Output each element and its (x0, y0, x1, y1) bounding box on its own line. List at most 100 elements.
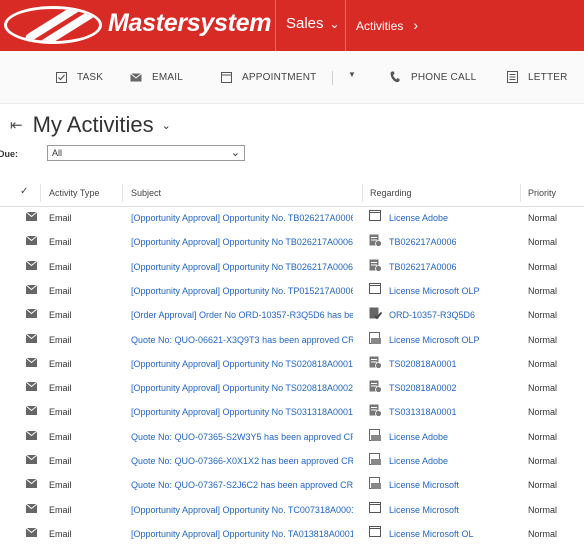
priority-cell: Normal (528, 504, 558, 515)
mastersystem-logo[interactable]: Mastersystem (4, 6, 272, 44)
breadcrumb-activities[interactable]: Activities › (356, 17, 418, 33)
priority-cell: Normal (528, 334, 558, 345)
new-letter-button[interactable]: LETTER (505, 70, 568, 84)
table-row[interactable]: Email [Order Approval] Order No ORD-10357… (0, 303, 584, 327)
subject-link[interactable]: [Opportunity Approval] Opportunity No TB… (131, 262, 353, 272)
new-task-button[interactable]: TASK (54, 70, 103, 84)
command-bar: TASK EMAIL APPOINTMENT ▼ PHONE CALL LETT… (0, 51, 584, 104)
subject-link[interactable]: [Opportunity Approval] Opportunity No. T… (131, 286, 353, 296)
table-row[interactable]: Email [Opportunity Approval] Opportunity … (0, 230, 584, 254)
priority-cell: Normal (528, 407, 558, 418)
quote-icon (369, 428, 382, 442)
regarding-link[interactable]: License Adobe (389, 456, 448, 466)
regarding-link[interactable]: TB026217A0006 (389, 237, 457, 247)
regarding-link[interactable]: License Microsoft OLP (389, 286, 480, 296)
quote-icon (369, 477, 382, 490)
email-label: EMAIL (152, 71, 184, 83)
column-header-regarding[interactable]: Regarding (370, 188, 412, 198)
task-label: TASK (77, 71, 104, 83)
chevron-down-icon: ⌄ (161, 120, 171, 132)
table-row[interactable]: Email [Opportunity Approval] Opportunity … (0, 400, 584, 424)
subject-link[interactable]: Quote No: QUO-07365-S2W3Y5 has been appr… (131, 432, 353, 442)
chevron-right-icon: › (413, 17, 419, 33)
column-header-subject[interactable]: Subject (131, 188, 161, 198)
priority-cell: Normal (528, 383, 558, 394)
table-row[interactable]: Email Quote No: QUO-07366-X0X1X2 has been… (0, 449, 584, 473)
subject-link[interactable]: [Opportunity Approval] Opportunity No. T… (131, 213, 353, 223)
due-filter-select[interactable]: All ⌄ (47, 145, 245, 161)
priority-cell: Normal (528, 358, 558, 369)
view-selector[interactable]: ⇤ My Activities ⌄ (10, 112, 171, 138)
priority-cell: Normal (528, 310, 558, 321)
logo-text: Mastersystem (108, 9, 272, 37)
page-title: My Activities (32, 112, 154, 137)
opportunity-icon (369, 380, 382, 393)
table-row[interactable]: Email [Opportunity Approval] Opportunity … (0, 352, 584, 376)
table-row[interactable]: Email Quote No: QUO-06621-X3Q9T3 has been… (0, 328, 584, 352)
subject-link[interactable]: [Order Approval] Order No ORD-10357-R3Q5… (131, 310, 353, 320)
module-menu-sales[interactable]: Sales ⌄ (286, 15, 340, 32)
more-commands-dropdown[interactable]: ▼ (348, 70, 356, 79)
column-divider (362, 184, 363, 202)
regarding-link[interactable]: TS020818A0002 (389, 383, 457, 393)
priority-cell: Normal (528, 480, 558, 491)
table-row[interactable]: Email [Opportunity Approval] Opportunity … (0, 206, 584, 230)
activity-type-cell: Email (49, 334, 72, 345)
regarding-link[interactable]: ORD-10357-R3Q5D6 (389, 310, 475, 320)
subject-link[interactable]: [Opportunity Approval] Opportunity No. T… (131, 529, 353, 539)
module-label: Sales (286, 15, 324, 32)
select-all-checkmark-icon[interactable]: ✓ (20, 186, 28, 197)
appointment-label: APPOINTMENT (242, 71, 317, 83)
subject-link[interactable]: Quote No: QUO-06621-X3Q9T3 has been appr… (131, 335, 353, 345)
column-header-activity-type[interactable]: Activity Type (49, 188, 99, 198)
caret-down-icon: ▼ (348, 70, 357, 79)
email-icon (25, 430, 38, 440)
subject-link[interactable]: [Opportunity Approval] Opportunity No TS… (131, 383, 353, 393)
due-filter-label: Due: (0, 149, 18, 159)
table-row[interactable]: Email [Opportunity Approval] Opportunity … (0, 522, 584, 546)
regarding-link[interactable]: License Adobe (389, 432, 448, 442)
subject-link[interactable]: [Opportunity Approval] Opportunity No TS… (131, 359, 353, 369)
new-phone-call-button[interactable]: PHONE CALL (388, 70, 476, 84)
table-row[interactable]: Email [Opportunity Approval] Opportunity … (0, 376, 584, 400)
subject-link[interactable]: [Opportunity Approval] Opportunity No TB… (131, 237, 353, 247)
calendar-icon (219, 70, 233, 84)
regarding-link[interactable]: License Microsoft OL (389, 529, 474, 539)
regarding-link[interactable]: License Microsoft OLP (389, 335, 480, 345)
table-row[interactable]: Email Quote No: QUO-07367-S2J6C2 has been… (0, 473, 584, 497)
regarding-link[interactable]: TS020818A0001 (389, 359, 457, 369)
quote-icon (369, 453, 382, 466)
breadcrumb-label: Activities (356, 19, 404, 33)
top-nav-bar: Mastersystem Sales ⌄ Activities › (0, 0, 584, 51)
column-divider (40, 184, 41, 202)
due-filter-value: All (52, 148, 63, 158)
subject-link[interactable]: Quote No: QUO-07367-S2J6C2 has been appr… (131, 480, 353, 490)
priority-cell: Normal (528, 456, 558, 466)
priority-cell: Normal (528, 261, 558, 272)
opportunity-icon (369, 404, 382, 418)
table-row[interactable]: Email [Opportunity Approval] Opportunity … (0, 498, 584, 522)
logo-emblem-icon (4, 6, 102, 44)
new-email-button[interactable]: EMAIL (129, 70, 183, 84)
new-appointment-button[interactable]: APPOINTMENT (219, 70, 316, 84)
subject-link[interactable]: [Opportunity Approval] Opportunity No. T… (131, 505, 353, 515)
subject-link[interactable]: [Opportunity Approval] Opportunity No TS… (131, 407, 353, 417)
order-icon (369, 307, 383, 320)
regarding-link[interactable]: License Adobe (389, 213, 448, 223)
regarding-link[interactable]: TB026217A0006 (389, 262, 457, 272)
regarding-link[interactable]: License Microsoft (389, 505, 459, 515)
activity-type-cell: Email (49, 431, 72, 442)
table-row[interactable]: Email [Opportunity Approval] Opportunity … (0, 279, 584, 303)
subject-link[interactable]: Quote No: QUO-07366-X0X1X2 has been appr… (131, 456, 353, 466)
pin-icon[interactable]: ⇤ (10, 117, 23, 134)
product-box-icon (369, 210, 382, 223)
priority-cell: Normal (528, 431, 558, 442)
column-header-priority[interactable]: Priority (528, 188, 556, 198)
quote-icon (369, 331, 382, 345)
table-row[interactable]: Email Quote No: QUO-07365-S2W3Y5 has been… (0, 425, 584, 449)
regarding-link[interactable]: TS031318A0001 (389, 407, 457, 417)
regarding-link[interactable]: License Microsoft (389, 480, 459, 490)
command-divider (332, 71, 333, 85)
checkbox-icon (54, 70, 68, 84)
table-row[interactable]: Email [Opportunity Approval] Opportunity … (0, 255, 584, 279)
